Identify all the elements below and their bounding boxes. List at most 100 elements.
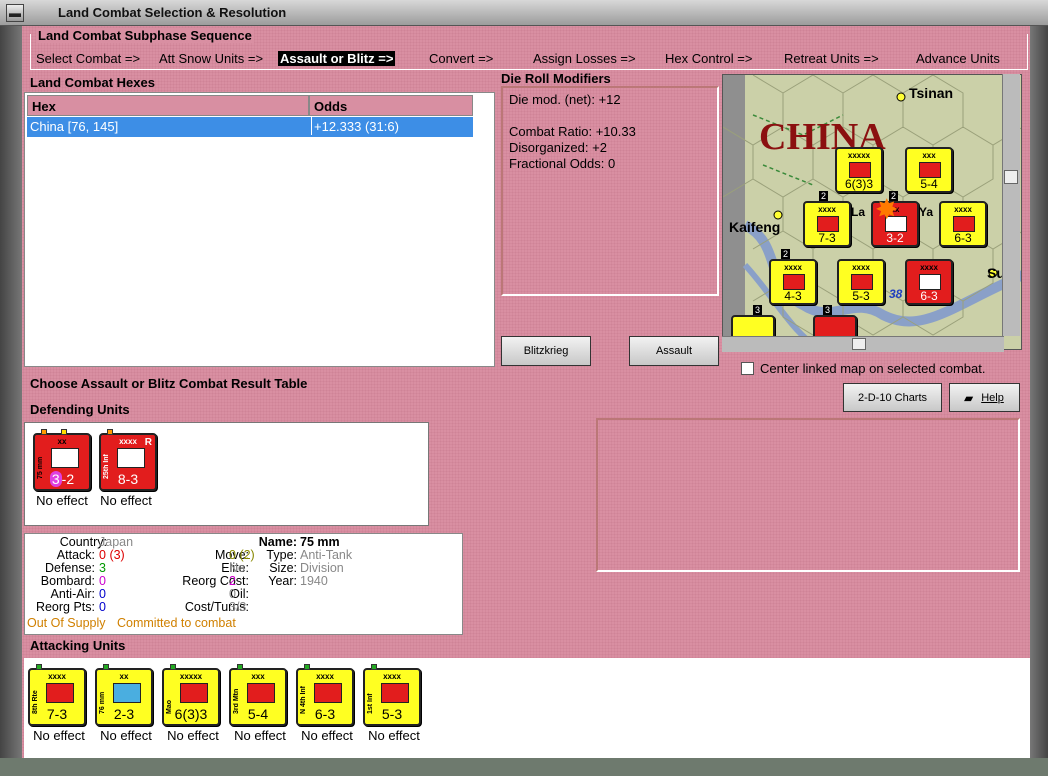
map-horizontal-scrollbar[interactable] xyxy=(722,336,1004,352)
map-unit-counter[interactable]: xxx 5-4 xyxy=(905,147,953,193)
seq-assault-blitz: Assault or Blitz => xyxy=(278,51,396,66)
unit-strength: 8-3 xyxy=(117,471,139,487)
unit-strength: 5-3 xyxy=(381,706,403,722)
right-edge xyxy=(1030,26,1048,776)
unit-strength: 6(3)3 xyxy=(844,177,873,191)
unit-strength: 5-4 xyxy=(920,177,938,191)
status-pip xyxy=(371,664,377,670)
unit-strength: 6(3)3 xyxy=(174,706,208,722)
unit-info-panel: Country: Japan Attack: 0 (3) Defense: 3 … xyxy=(24,533,463,635)
crt-prompt: Choose Assault or Blitz Combat Result Ta… xyxy=(30,376,308,391)
status-pip xyxy=(61,429,67,435)
infantry-icon xyxy=(851,274,873,290)
column-header-hex[interactable]: Hex xyxy=(27,95,309,116)
unit-size: xxxxx xyxy=(179,672,203,681)
stack-count: 3 xyxy=(823,305,833,315)
hexes-list[interactable]: Hex Odds China [76, 145] +12.333 (31:6) xyxy=(24,92,495,367)
status-pip xyxy=(41,429,47,435)
defender-counter[interactable]: xxxx R 25th Inf 8-3 xyxy=(99,429,157,491)
attacking-title: Attacking Units xyxy=(30,638,126,653)
charts-button[interactable]: 2-D-10 Charts xyxy=(843,383,942,412)
map-vertical-scrollbar[interactable] xyxy=(1002,74,1020,336)
defender-counter[interactable]: xx 75 mm 3 -2 xyxy=(33,429,91,491)
unit-size: xxxx xyxy=(383,672,401,681)
attacker-counter[interactable]: xxxx N 4th Inf 6-3 xyxy=(296,664,354,726)
explosion-icon: ✸ xyxy=(875,194,899,225)
combat-result-panel xyxy=(596,418,1020,572)
map-unit-counter[interactable]: xxxx 4-3 xyxy=(769,259,817,305)
infantry-icon xyxy=(953,216,975,232)
attacker-result: No effect xyxy=(33,728,85,743)
column-header-odds[interactable]: Odds xyxy=(309,95,473,116)
map-unit-counter[interactable]: xxxx 7-3 xyxy=(803,201,851,247)
stack-count: 2 xyxy=(781,249,791,259)
map-city-tsinan: Tsinan xyxy=(909,85,954,101)
infantry-icon xyxy=(314,683,342,703)
map-unit-counter[interactable]: xxxx 5-3 xyxy=(837,259,885,305)
help-button[interactable]: ▰ Help xyxy=(949,383,1020,412)
odds-cell: +12.333 (31:6) xyxy=(311,117,399,135)
attacker-counter[interactable]: xxxx 8th Rte 7-3 xyxy=(28,664,86,726)
assault-button[interactable]: Assault xyxy=(629,336,719,366)
status-pip xyxy=(170,664,176,670)
scroll-thumb[interactable] xyxy=(852,338,866,350)
hex-cell: China [76, 145] xyxy=(30,119,119,134)
drm-panel: Die mod. (net): +12 Combat Ratio: +10.33… xyxy=(501,86,719,296)
unit-strength: 2-3 xyxy=(113,706,135,722)
drm-line: Fractional Odds: 0 xyxy=(509,156,616,171)
stack-count: 3 xyxy=(753,305,763,315)
window-menu-icon[interactable]: ▬ xyxy=(6,4,24,22)
map-unit-counter[interactable]: xxxx 6-3 xyxy=(905,259,953,305)
attacker-result: No effect xyxy=(234,728,286,743)
drm-spacer xyxy=(509,108,711,124)
unit-strength: 6-3 xyxy=(954,231,972,245)
unit-strength: 6-3 xyxy=(314,706,336,722)
unit-size: xxxxx xyxy=(847,151,871,160)
mountain-icon xyxy=(247,683,275,703)
map-unit-counter[interactable]: xxxx 6-3 xyxy=(939,201,987,247)
seq-assign-losses: Assign Losses => xyxy=(533,51,636,66)
infantry-icon xyxy=(849,162,871,178)
artillery-icon xyxy=(113,683,141,703)
attacker-counter[interactable]: xxxx 1st Inf 5-3 xyxy=(363,664,421,726)
unit-size: xxx xyxy=(922,151,936,160)
map-city-kaifeng: Kaifeng xyxy=(729,219,781,235)
unit-size: xxxx xyxy=(920,263,938,272)
left-edge xyxy=(0,26,22,776)
defending-units-panel: xx 75 mm 3 -2 No effect xxxx R 25th Inf 8… xyxy=(24,422,429,526)
unit-size: xxx xyxy=(251,672,265,681)
infantry-icon xyxy=(817,216,839,232)
attacker-counter[interactable]: xxxxx Mao 6(3)3 xyxy=(162,664,220,726)
info-cost: 3/3 xyxy=(229,600,247,614)
seq-retreat: Retreat Units => xyxy=(784,51,879,66)
drm-title: Die Roll Modifiers xyxy=(501,71,611,86)
anti-tank-icon xyxy=(51,448,79,468)
table-row[interactable]: China [76, 145] +12.333 (31:6) xyxy=(27,117,473,137)
unit-strength: 7-3 xyxy=(46,706,68,722)
seq-advance: Advance Units xyxy=(916,51,1000,66)
center-map-checkbox[interactable] xyxy=(741,362,754,375)
map-river-label: 38 xyxy=(889,287,903,301)
info-reorg: 0 xyxy=(99,600,106,614)
unit-size: xx xyxy=(119,672,129,681)
center-map-label: Center linked map on selected combat. xyxy=(760,361,986,376)
window-title: Land Combat Selection & Resolution xyxy=(58,5,287,20)
seq-att-snow: Att Snow Units => xyxy=(159,51,264,66)
unit-strength: 6-3 xyxy=(920,289,938,303)
unit-strength: 5-4 xyxy=(247,706,269,722)
info-label: Reorg Pts: xyxy=(35,600,95,614)
infantry-icon xyxy=(46,683,74,703)
attacker-result: No effect xyxy=(301,728,353,743)
defender-result: No effect xyxy=(36,493,88,508)
scroll-thumb[interactable] xyxy=(1004,170,1018,184)
attacker-counter[interactable]: xx 76 mm 2-3 xyxy=(95,664,153,726)
unit-size: xxxx xyxy=(954,205,972,214)
linked-map[interactable]: Tsinan Kaifeng Su CHINA La Ya 38 xxxxx 6… xyxy=(722,74,1022,350)
attacker-counter[interactable]: xxx 3rd Mtn 5-4 xyxy=(229,664,287,726)
map-unit-counter[interactable]: xxxxx 6(3)3 xyxy=(835,147,883,193)
infantry-icon xyxy=(117,448,145,468)
unit-size: xxxx xyxy=(48,672,66,681)
blitzkrieg-button[interactable]: Blitzkrieg xyxy=(501,336,591,366)
unit-strength: 3-2 xyxy=(886,231,904,245)
unit-strength: 5-3 xyxy=(852,289,870,303)
